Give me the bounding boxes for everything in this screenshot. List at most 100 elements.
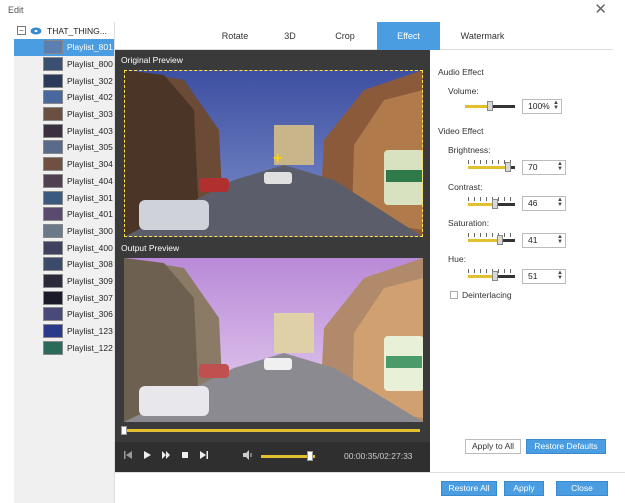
playlist-label: Playlist_401 — [67, 209, 113, 220]
contrast-knob[interactable] — [492, 199, 498, 209]
playlist-label: Playlist_403 — [67, 125, 113, 136]
playlist-thumbnail — [43, 40, 63, 55]
playlist-item[interactable]: Playlist_303 — [14, 106, 114, 123]
playlist-thumbnail — [43, 57, 63, 72]
playlist-item[interactable]: Playlist_306 — [14, 306, 114, 323]
playlist-label: Playlist_402 — [67, 92, 113, 103]
playlist-label: Playlist_308 — [67, 259, 113, 270]
tab-bar: Rotate 3D Crop Effect Watermark — [115, 22, 613, 50]
playlist-item[interactable]: Playlist_307 — [14, 289, 114, 306]
tab-3d[interactable]: 3D — [270, 22, 310, 50]
saturation-slider[interactable] — [468, 233, 515, 246]
tree-root-label: THAT_THING... — [47, 25, 107, 36]
close-button[interactable]: Close — [556, 481, 608, 496]
hue-spinner[interactable]: 51 ▲ ▼ — [522, 269, 566, 284]
tab-crop[interactable]: Crop — [320, 22, 370, 50]
window-title: Edit — [8, 5, 24, 15]
playlist-thumbnail — [43, 273, 63, 288]
volume-icon[interactable] — [242, 450, 254, 462]
collapse-icon[interactable]: − — [17, 26, 26, 35]
fast-forward-icon[interactable] — [160, 450, 172, 462]
restore-defaults-button[interactable]: Restore Defaults — [526, 439, 606, 454]
playlist-item[interactable]: Playlist_305 — [14, 139, 114, 156]
spinner-arrows-icon[interactable]: ▲ ▼ — [557, 234, 563, 245]
spinner-arrows-icon[interactable]: ▲ ▼ — [557, 270, 563, 281]
timecode: 00:00:35/02:27:33 — [344, 451, 413, 461]
apply-button[interactable]: Apply — [504, 481, 544, 496]
volume-label: Volume: — [448, 86, 479, 96]
skip-back-icon[interactable] — [122, 450, 134, 462]
playlist-label: Playlist_301 — [67, 192, 113, 203]
play-icon[interactable] — [141, 450, 153, 462]
audio-volume-slider[interactable] — [465, 100, 515, 112]
playlist-item[interactable]: Playlist_309 — [14, 273, 114, 290]
volume-spinner[interactable]: 100% ▲ ▼ — [522, 99, 562, 114]
playlist-thumbnail — [43, 190, 63, 205]
deinterlacing-checkbox[interactable] — [450, 291, 458, 299]
crop-center-icon[interactable]: + — [273, 151, 282, 167]
volume-thumb[interactable] — [306, 451, 313, 461]
playback-controls: 00:00:35/02:27:33 — [115, 442, 430, 472]
playlist-item[interactable]: Playlist_122 — [14, 339, 114, 356]
playlist-item[interactable]: Playlist_801 — [14, 39, 114, 56]
playlist-item[interactable]: Playlist_401 — [14, 206, 114, 223]
playlist-item[interactable]: Playlist_404 — [14, 173, 114, 190]
playlist-item[interactable]: Playlist_308 — [14, 256, 114, 273]
brightness-knob[interactable] — [505, 162, 511, 172]
tree-root[interactable]: − THAT_THING... — [14, 22, 114, 39]
brightness-slider[interactable] — [468, 160, 515, 173]
playlist-item[interactable]: Playlist_304 — [14, 156, 114, 173]
apply-to-all-button[interactable]: Apply to All — [465, 439, 521, 454]
playlist-item[interactable]: Playlist_403 — [14, 122, 114, 139]
audio-volume-knob[interactable] — [487, 101, 493, 111]
tab-effect[interactable]: Effect — [377, 22, 440, 50]
tab-watermark[interactable]: Watermark — [450, 22, 515, 50]
playlist-label: Playlist_303 — [67, 109, 113, 120]
video-effect-title: Video Effect — [438, 126, 484, 136]
stop-icon[interactable] — [179, 450, 191, 462]
brightness-spinner[interactable]: 70 ▲ ▼ — [522, 160, 566, 175]
playlist-label: Playlist_309 — [67, 275, 113, 286]
skip-forward-icon[interactable] — [198, 450, 210, 462]
spinner-arrows-icon[interactable]: ▲ ▼ — [553, 100, 559, 111]
original-preview[interactable]: + — [124, 70, 423, 237]
playlist-thumbnail — [43, 240, 63, 255]
contrast-label: Contrast: — [448, 182, 483, 192]
footer-bar: Restore All Apply Close — [115, 472, 625, 503]
playlist-item[interactable]: Playlist_300 — [14, 223, 114, 240]
playlist-item[interactable]: Playlist_402 — [14, 89, 114, 106]
preview-area: Original Preview + Output Preview 00:00:… — [115, 50, 430, 472]
saturation-spinner[interactable]: 41 ▲ ▼ — [522, 233, 566, 248]
timeline-thumb[interactable] — [121, 426, 127, 435]
hue-knob[interactable] — [492, 271, 498, 281]
contrast-slider[interactable] — [468, 197, 515, 210]
hue-label: Hue: — [448, 254, 466, 264]
timeline[interactable] — [118, 422, 428, 438]
playlist-label: Playlist_801 — [67, 42, 113, 53]
output-preview-image — [124, 258, 423, 422]
playlist-thumbnail — [43, 307, 63, 322]
playlist-label: Playlist_123 — [67, 326, 113, 337]
spinner-arrows-icon[interactable]: ▲ ▼ — [557, 197, 563, 208]
playlist-item[interactable]: Playlist_123 — [14, 323, 114, 340]
saturation-knob[interactable] — [497, 235, 503, 245]
playlist-label: Playlist_302 — [67, 75, 113, 86]
restore-all-button[interactable]: Restore All — [441, 481, 497, 496]
playlist-item[interactable]: Playlist_301 — [14, 189, 114, 206]
playlist-item[interactable]: Playlist_302 — [14, 72, 114, 89]
playlist-label: Playlist_404 — [67, 175, 113, 186]
timeline-track[interactable] — [124, 429, 420, 432]
contrast-spinner[interactable]: 46 ▲ ▼ — [522, 196, 566, 211]
playlist-thumbnail — [43, 324, 63, 339]
playlist-item[interactable]: Playlist_800 — [14, 56, 114, 73]
playlist-thumbnail — [43, 340, 63, 355]
tab-rotate[interactable]: Rotate — [210, 22, 260, 50]
playlist-thumbnail — [43, 90, 63, 105]
playlist-thumbnail — [43, 107, 63, 122]
hue-slider[interactable] — [468, 269, 515, 282]
hue-value: 51 — [528, 271, 538, 281]
playlist-item[interactable]: Playlist_400 — [14, 239, 114, 256]
spinner-arrows-icon[interactable]: ▲ ▼ — [557, 161, 563, 172]
close-icon[interactable]: ✕ — [594, 2, 607, 18]
title-bar: Edit ✕ — [0, 0, 625, 22]
